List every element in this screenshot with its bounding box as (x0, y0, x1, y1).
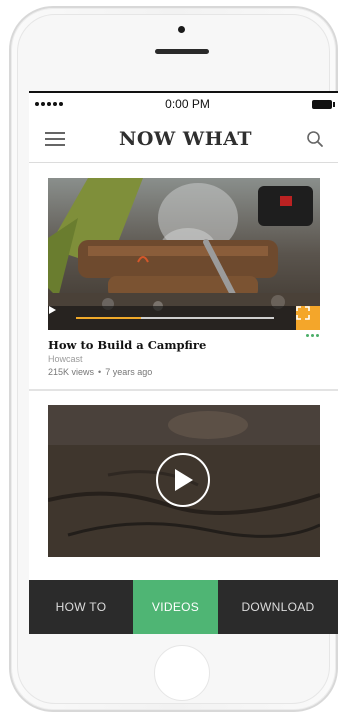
separator-dot: • (98, 367, 102, 377)
tab-how-to[interactable]: HOW TO (29, 580, 133, 634)
more-icon[interactable] (306, 334, 319, 337)
video-stats: 215K views • 7 years ago (48, 367, 319, 377)
video-title[interactable]: How to Build a Campfire (48, 338, 319, 352)
video-age: 7 years ago (105, 367, 153, 377)
player-controls (48, 306, 320, 330)
fullscreen-icon[interactable] (296, 306, 320, 330)
video-thumbnail[interactable] (48, 405, 320, 557)
progress-fill (76, 317, 142, 319)
progress-track[interactable] (76, 317, 274, 319)
video-thumbnail[interactable] (48, 178, 320, 330)
speaker-grille (155, 49, 209, 54)
status-time: 0:00 PM (165, 97, 210, 111)
camera-icon (178, 26, 185, 33)
status-bar: 0:00 PM (29, 93, 338, 115)
signal-icon (35, 102, 63, 106)
video-card[interactable]: How to Build a Campfire Howcast 215K vie… (29, 163, 338, 391)
bottom-nav: HOW TO VIDEOS DOWNLOAD (29, 580, 338, 634)
video-meta: How to Build a Campfire Howcast 215K vie… (48, 330, 319, 377)
app-title: NOW WHAT (118, 127, 252, 150)
app-screen: 0:00 PM NOW WHAT How to Build a Campfire… (29, 91, 338, 634)
video-views: 215K views (48, 367, 95, 377)
play-icon[interactable] (156, 453, 210, 507)
search-icon[interactable] (306, 130, 324, 148)
tab-download[interactable]: DOWNLOAD (218, 580, 338, 634)
menu-icon[interactable] (45, 131, 65, 146)
app-header: NOW WHAT (29, 115, 338, 163)
tab-videos[interactable]: VIDEOS (133, 580, 218, 634)
video-feed: How to Build a Campfire Howcast 215K vie… (29, 163, 338, 557)
battery-icon (311, 99, 335, 109)
home-button[interactable] (154, 645, 210, 701)
video-channel[interactable]: Howcast (48, 354, 319, 364)
video-card[interactable] (29, 391, 338, 557)
